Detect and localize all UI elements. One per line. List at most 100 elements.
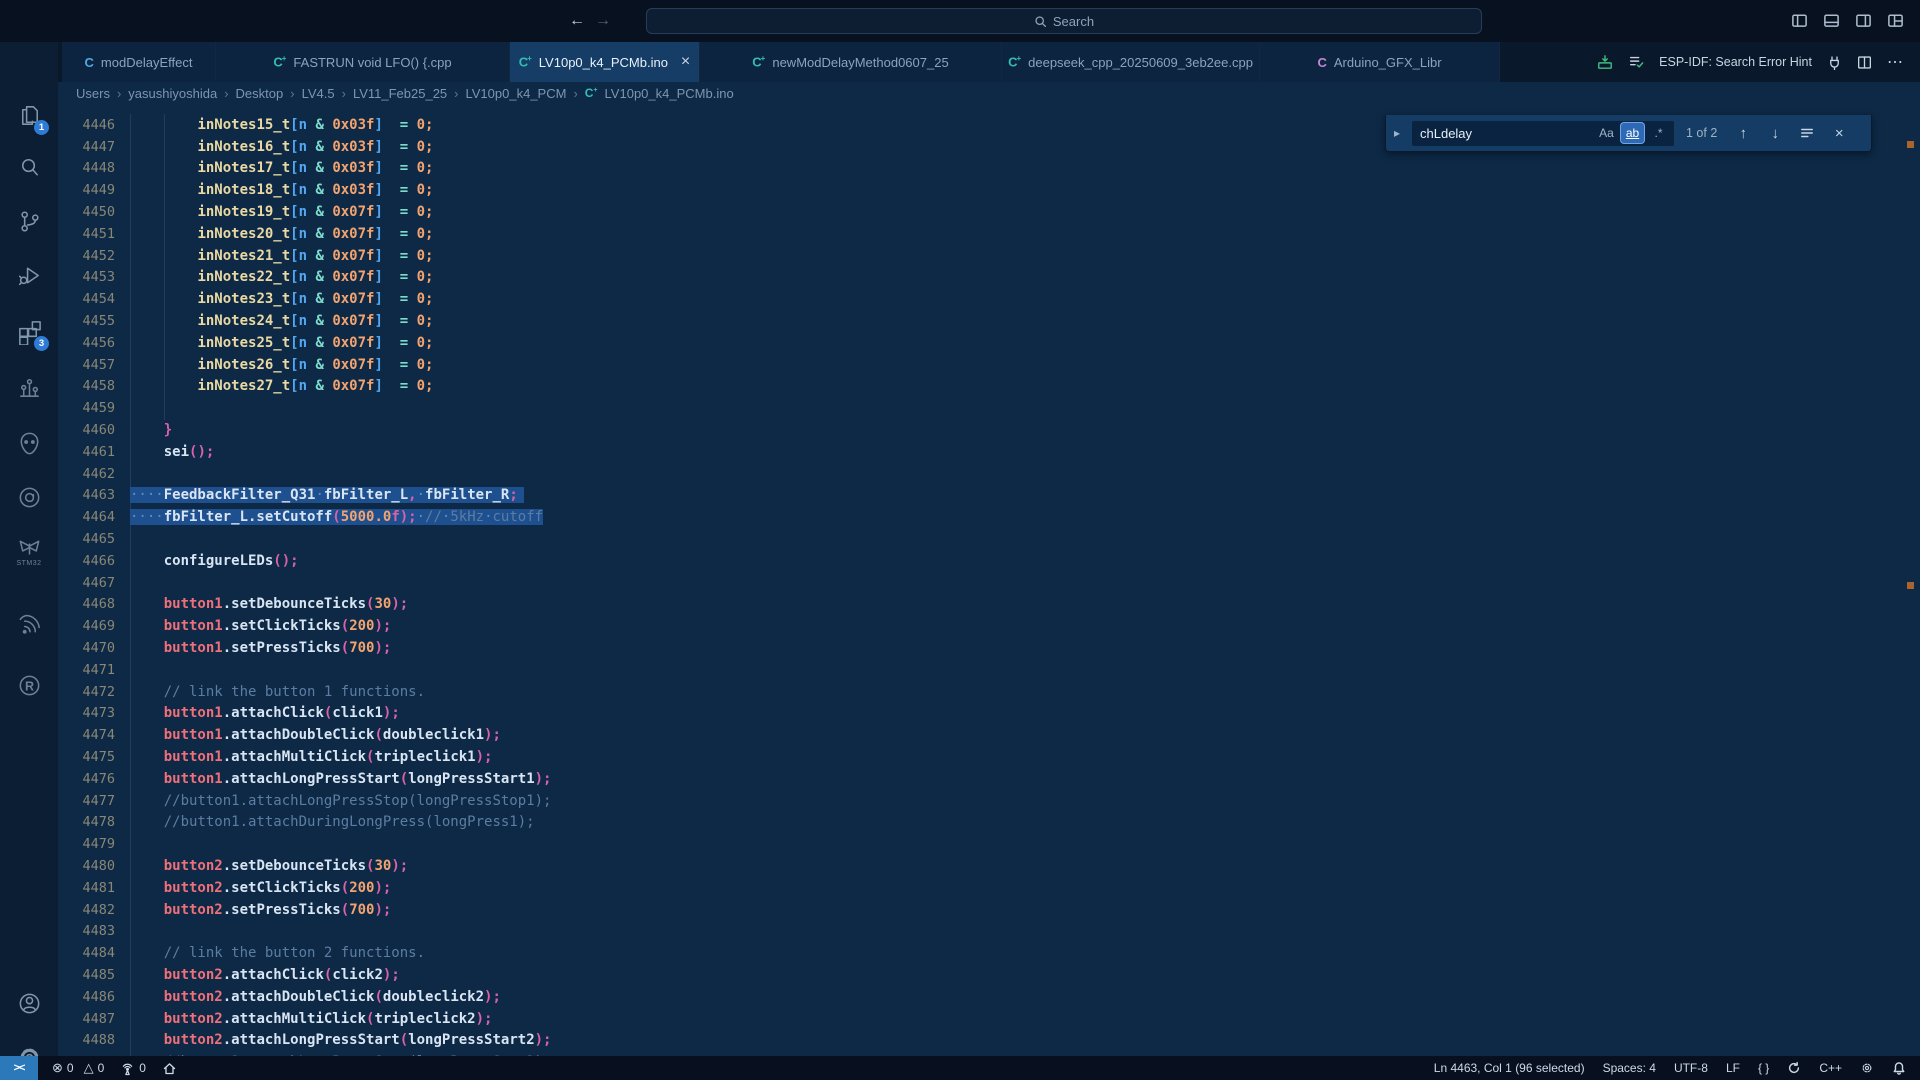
code-line-4450[interactable]: 4450 inNotes19_t[n & 0x07f] = 0;: [58, 201, 1920, 223]
sidebar-item-spiral-tool[interactable]: [0, 480, 58, 514]
customize-layout-icon[interactable]: [1887, 12, 1904, 29]
code-line-4451[interactable]: 4451 inNotes20_t[n & 0x07f] = 0;: [58, 223, 1920, 245]
code-text[interactable]: button1.attachLongPressStart(longPressSt…: [130, 771, 552, 787]
breadcrumb-item[interactable]: Users: [76, 86, 110, 101]
line-number[interactable]: 4469: [58, 618, 115, 634]
line-number[interactable]: 4464: [58, 509, 115, 525]
line-number[interactable]: 4470: [58, 640, 115, 656]
regex-toggle[interactable]: .*: [1647, 123, 1670, 143]
line-number[interactable]: 4452: [58, 248, 115, 264]
code-line-4476[interactable]: 4476 button1.attachLongPressStart(longPr…: [58, 768, 1920, 790]
line-number[interactable]: 4454: [58, 291, 115, 307]
line-number[interactable]: 4463: [58, 487, 115, 503]
code-text[interactable]: // link the button 2 functions.: [130, 945, 425, 961]
code-text[interactable]: inNotes22_t[n & 0x07f] = 0;: [130, 269, 433, 285]
forward-arrow-icon[interactable]: →: [592, 9, 614, 33]
breadcrumb-item[interactable]: LV10p0_k4_PCM: [466, 86, 567, 101]
code-text[interactable]: button1.setDebounceTicks(30);: [130, 596, 408, 612]
find-input[interactable]: chLdelay Aa ab .*: [1412, 120, 1674, 146]
breadcrumb-file[interactable]: LV10p0_k4_PCMb.ino: [605, 86, 734, 101]
line-number[interactable]: 4465: [58, 531, 115, 547]
toggle-panel-icon[interactable]: [1823, 12, 1840, 29]
indentation-indicator[interactable]: Spaces: 4: [1603, 1061, 1656, 1075]
code-text[interactable]: inNotes25_t[n & 0x07f] = 0;: [130, 335, 433, 351]
line-number[interactable]: 4478: [58, 814, 115, 830]
extension-gear-icon[interactable]: [1860, 1061, 1874, 1075]
command-center-search[interactable]: Search: [646, 8, 1482, 34]
code-text[interactable]: inNotes17_t[n & 0x03f] = 0;: [130, 160, 433, 176]
tab-lv10p0_k4_pcmb-ino[interactable]: C+ LV10p0_k4_PCMb.ino ×: [510, 42, 700, 82]
line-number[interactable]: 4467: [58, 575, 115, 591]
line-number[interactable]: 4477: [58, 793, 115, 809]
code-line-4484[interactable]: 4484 // link the button 2 functions.: [58, 942, 1920, 964]
whole-word-toggle[interactable]: ab: [1621, 123, 1644, 143]
line-number[interactable]: 4488: [58, 1032, 115, 1048]
accounts-button[interactable]: [0, 986, 58, 1020]
code-text[interactable]: inNotes18_t[n & 0x03f] = 0;: [130, 182, 433, 198]
line-number[interactable]: 4448: [58, 160, 115, 176]
code-editor[interactable]: 4446 inNotes15_t[n & 0x03f] = 0; 4447 inN…: [58, 104, 1920, 1056]
code-line-4458[interactable]: 4458 inNotes27_t[n & 0x07f] = 0;: [58, 376, 1920, 398]
code-line-4466[interactable]: 4466 configureLEDs();: [58, 550, 1920, 572]
find-query[interactable]: chLdelay: [1420, 126, 1592, 141]
code-text[interactable]: inNotes27_t[n & 0x07f] = 0;: [130, 378, 433, 394]
code-line-4474[interactable]: 4474 button1.attachDoubleClick(doublecli…: [58, 724, 1920, 746]
breadcrumb-item[interactable]: Desktop: [236, 86, 284, 101]
breadcrumb-item[interactable]: LV11_Feb25_25: [353, 86, 447, 101]
code-line-4453[interactable]: 4453 inNotes22_t[n & 0x07f] = 0;: [58, 267, 1920, 289]
line-number[interactable]: 4446: [58, 117, 115, 133]
close-icon[interactable]: ×: [681, 54, 690, 70]
code-line-4468[interactable]: 4468 button1.setDebounceTicks(30);: [58, 594, 1920, 616]
line-number[interactable]: 4461: [58, 444, 115, 460]
sidebar-item-run-debug[interactable]: [0, 258, 58, 292]
code-line-4472[interactable]: 4472 // link the button 1 functions.: [58, 681, 1920, 703]
match-case-toggle[interactable]: Aa: [1595, 123, 1618, 143]
code-line-4479[interactable]: 4479: [58, 833, 1920, 855]
code-line-4462[interactable]: 4462: [58, 463, 1920, 485]
code-line-4454[interactable]: 4454 inNotes23_t[n & 0x07f] = 0;: [58, 288, 1920, 310]
line-number[interactable]: 4458: [58, 378, 115, 394]
code-line-4477[interactable]: 4477 //button1.attachLongPressStop(longP…: [58, 790, 1920, 812]
code-line-4463[interactable]: 4463 ····FeedbackFilter_Q31·fbFilter_L,·f…: [58, 485, 1920, 507]
line-number[interactable]: 4474: [58, 727, 115, 743]
tab-moddelayeffect[interactable]: CmodDelayEffect: [62, 42, 216, 82]
flash-board-icon[interactable]: [1597, 54, 1613, 70]
line-number[interactable]: 4453: [58, 269, 115, 285]
sidebar-item-espressif[interactable]: [0, 608, 58, 642]
language-mode[interactable]: C++: [1819, 1061, 1842, 1075]
toggle-sidebar-icon[interactable]: [1791, 12, 1808, 29]
code-line-4464[interactable]: 4464 ····fbFilter_L.setCutoff(5000.0f);·/…: [58, 506, 1920, 528]
code-line-4483[interactable]: 4483: [58, 920, 1920, 942]
line-number[interactable]: 4457: [58, 357, 115, 373]
code-text[interactable]: button2.attachDoubleClick(doubleclick2);: [130, 989, 501, 1005]
port-indicator[interactable]: 0: [120, 1061, 146, 1076]
code-line-4459[interactable]: 4459: [58, 397, 1920, 419]
code-line-4473[interactable]: 4473 button1.attachClick(click1);: [58, 703, 1920, 725]
sidebar-item-explorer[interactable]: 1: [0, 98, 58, 135]
code-text[interactable]: button2.setDebounceTicks(30);: [130, 858, 408, 874]
code-text[interactable]: button2.setPressTicks(700);: [130, 902, 392, 918]
line-number[interactable]: 4455: [58, 313, 115, 329]
tab-fastrun-void-lfo-cpp[interactable]: C+ FASTRUN void LFO() {.cpp: [216, 42, 510, 82]
code-text[interactable]: }: [130, 422, 172, 438]
code-line-4480[interactable]: 4480 button2.setDebounceTicks(30);: [58, 855, 1920, 877]
code-line-4456[interactable]: 4456 inNotes25_t[n & 0x07f] = 0;: [58, 332, 1920, 354]
toggle-secondary-sidebar-icon[interactable]: [1855, 12, 1872, 29]
code-text[interactable]: configureLEDs();: [130, 553, 299, 569]
find-in-selection-icon[interactable]: [1795, 121, 1819, 145]
close-find-icon[interactable]: ×: [1827, 121, 1851, 145]
code-text[interactable]: //button1.attachLongPressStop(longPressS…: [130, 793, 552, 809]
code-text[interactable]: button1.setClickTicks(200);: [130, 618, 392, 634]
code-text[interactable]: button2.setClickTicks(200);: [130, 880, 392, 896]
line-number[interactable]: 4450: [58, 204, 115, 220]
code-text[interactable]: inNotes24_t[n & 0x07f] = 0;: [130, 313, 433, 329]
tab-arduino_gfx_libr[interactable]: C Arduino_GFX_Libr: [1260, 42, 1500, 82]
code-text[interactable]: ····fbFilter_L.setCutoff(5000.0f);·//·5k…: [130, 509, 544, 526]
line-number[interactable]: 4481: [58, 880, 115, 896]
task-list-icon[interactable]: [1628, 54, 1644, 70]
code-line-4488[interactable]: 4488 button2.attachLongPressStart(longPr…: [58, 1029, 1920, 1051]
breadcrumb-item[interactable]: yasushiyoshida: [128, 86, 217, 101]
code-line-4469[interactable]: 4469 button1.setClickTicks(200);: [58, 615, 1920, 637]
sidebar-item-source-control[interactable]: [0, 204, 58, 238]
eol-indicator[interactable]: LF: [1726, 1061, 1740, 1075]
